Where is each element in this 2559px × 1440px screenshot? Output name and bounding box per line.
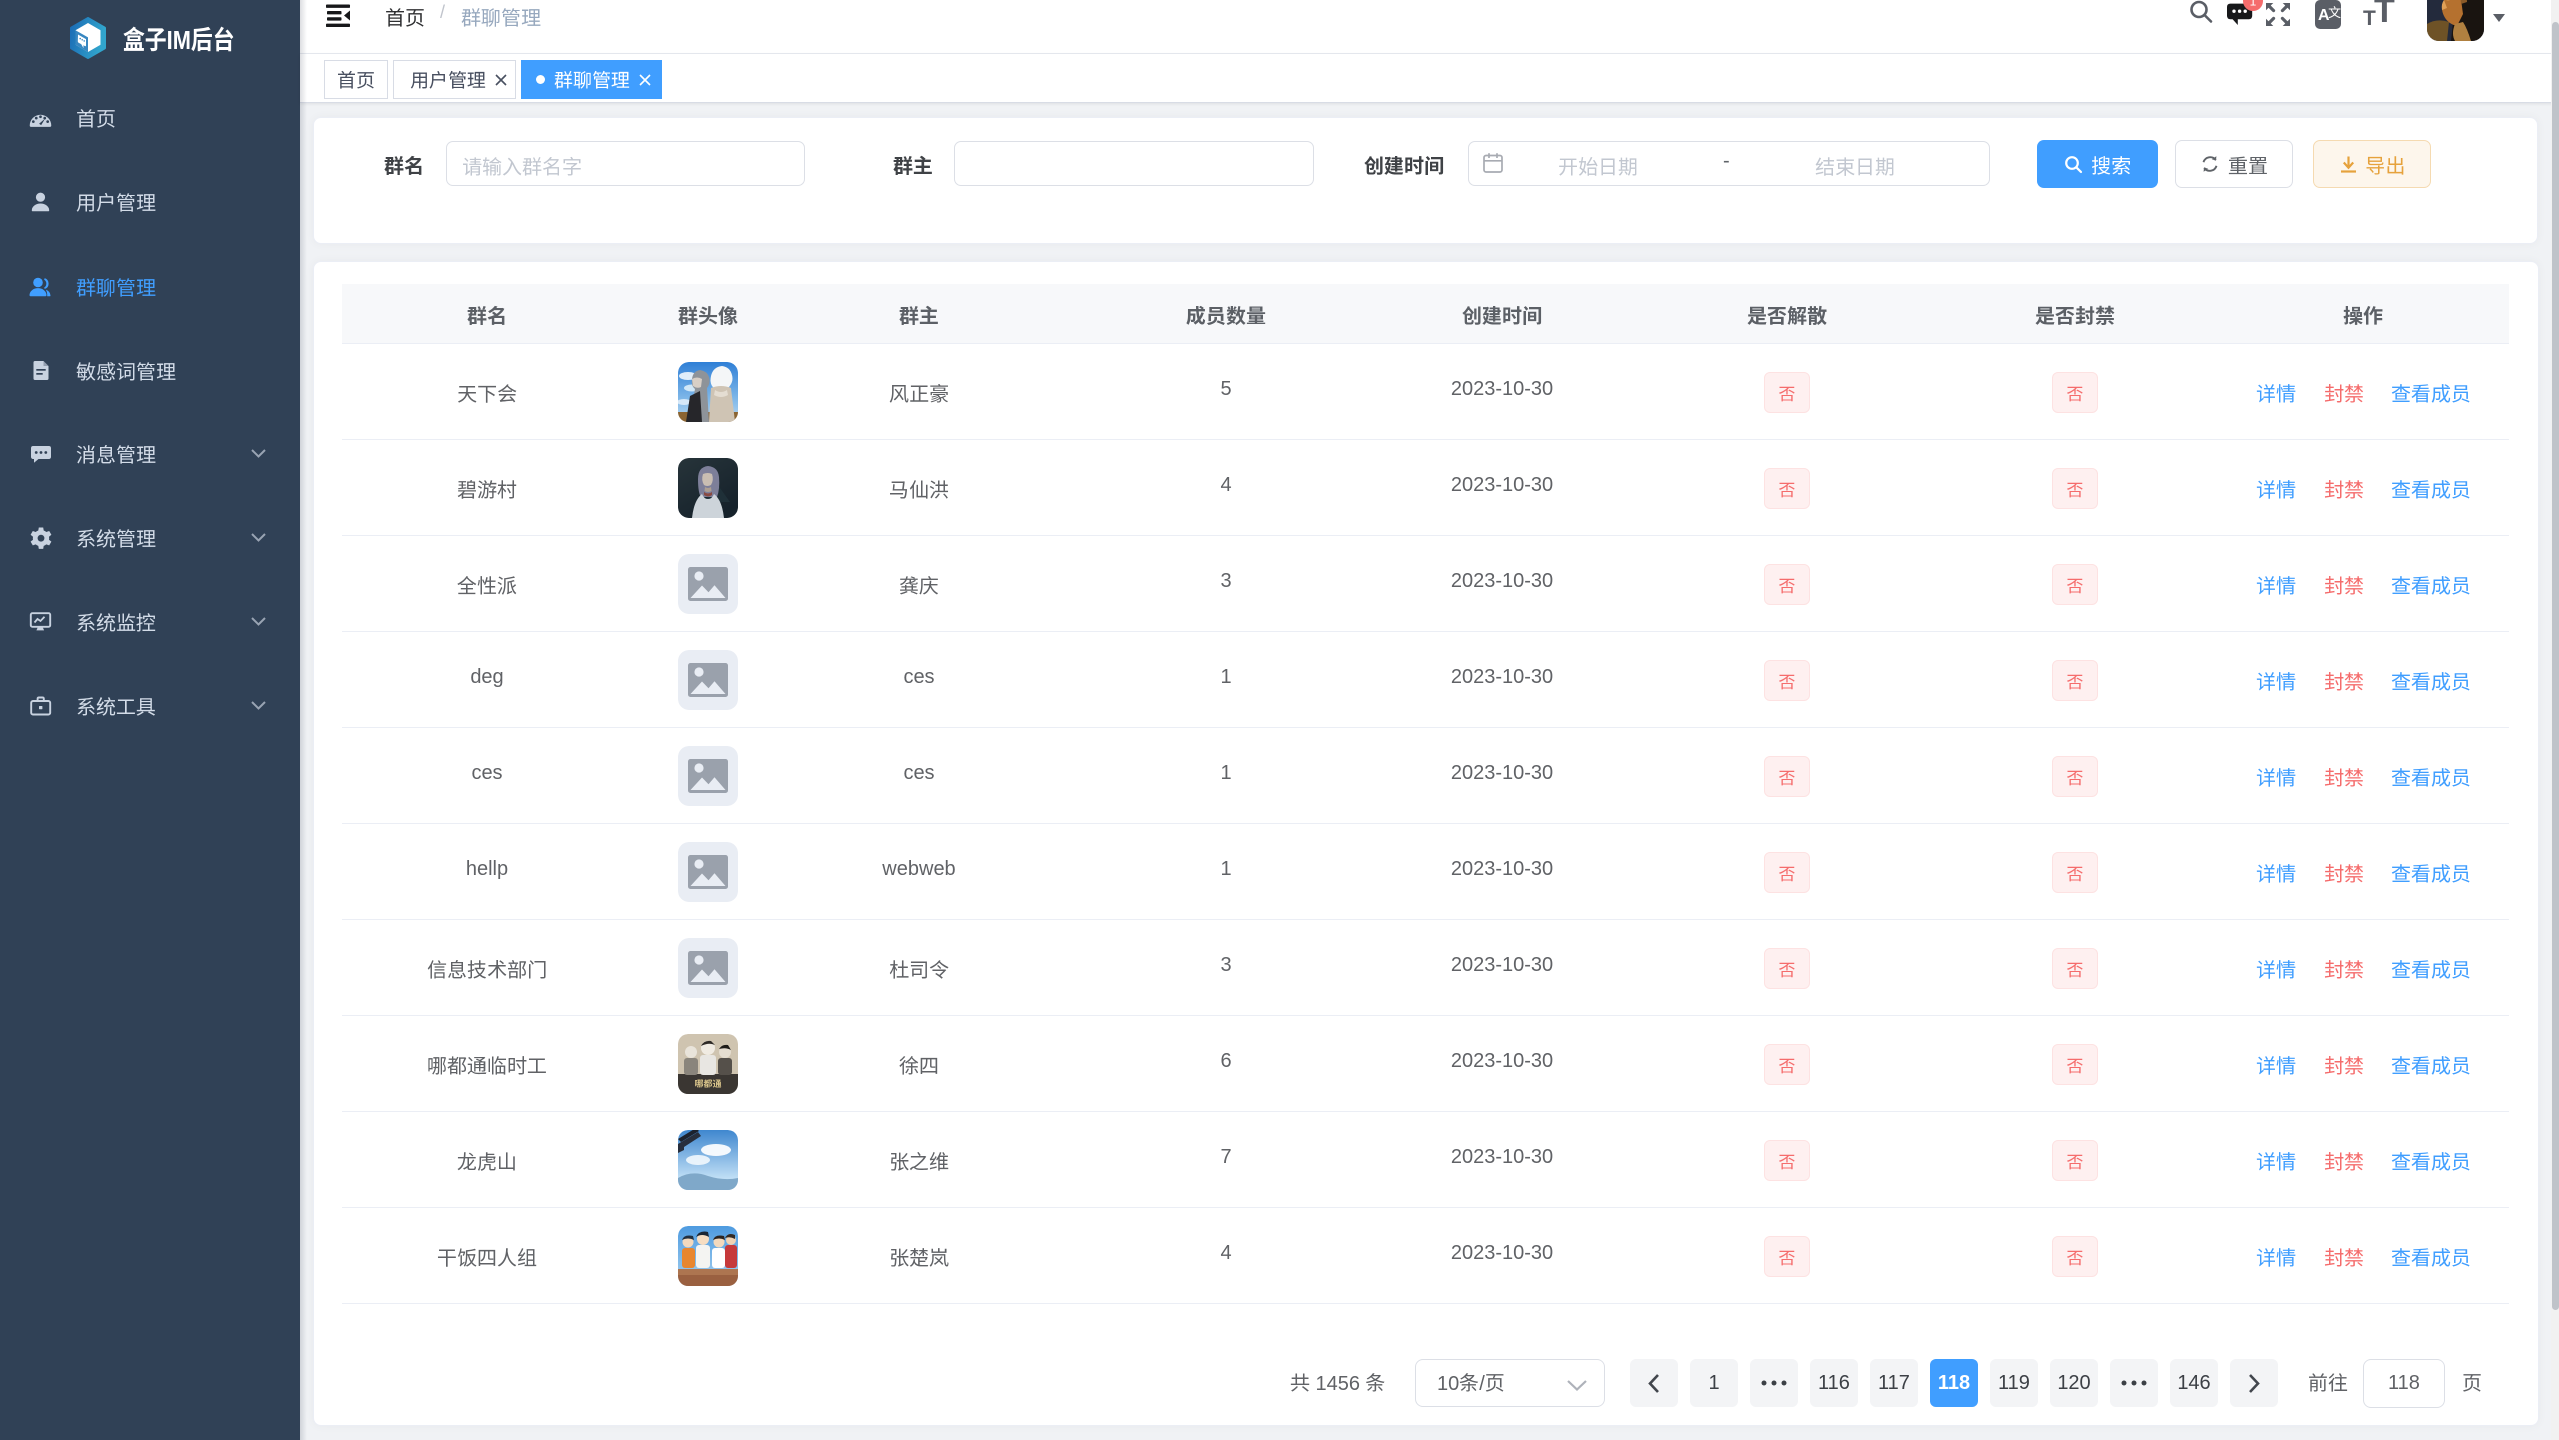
svg-text:1: 1 — [2250, 0, 2257, 9]
svg-text:哪都通: 哪都通 — [694, 1079, 721, 1089]
